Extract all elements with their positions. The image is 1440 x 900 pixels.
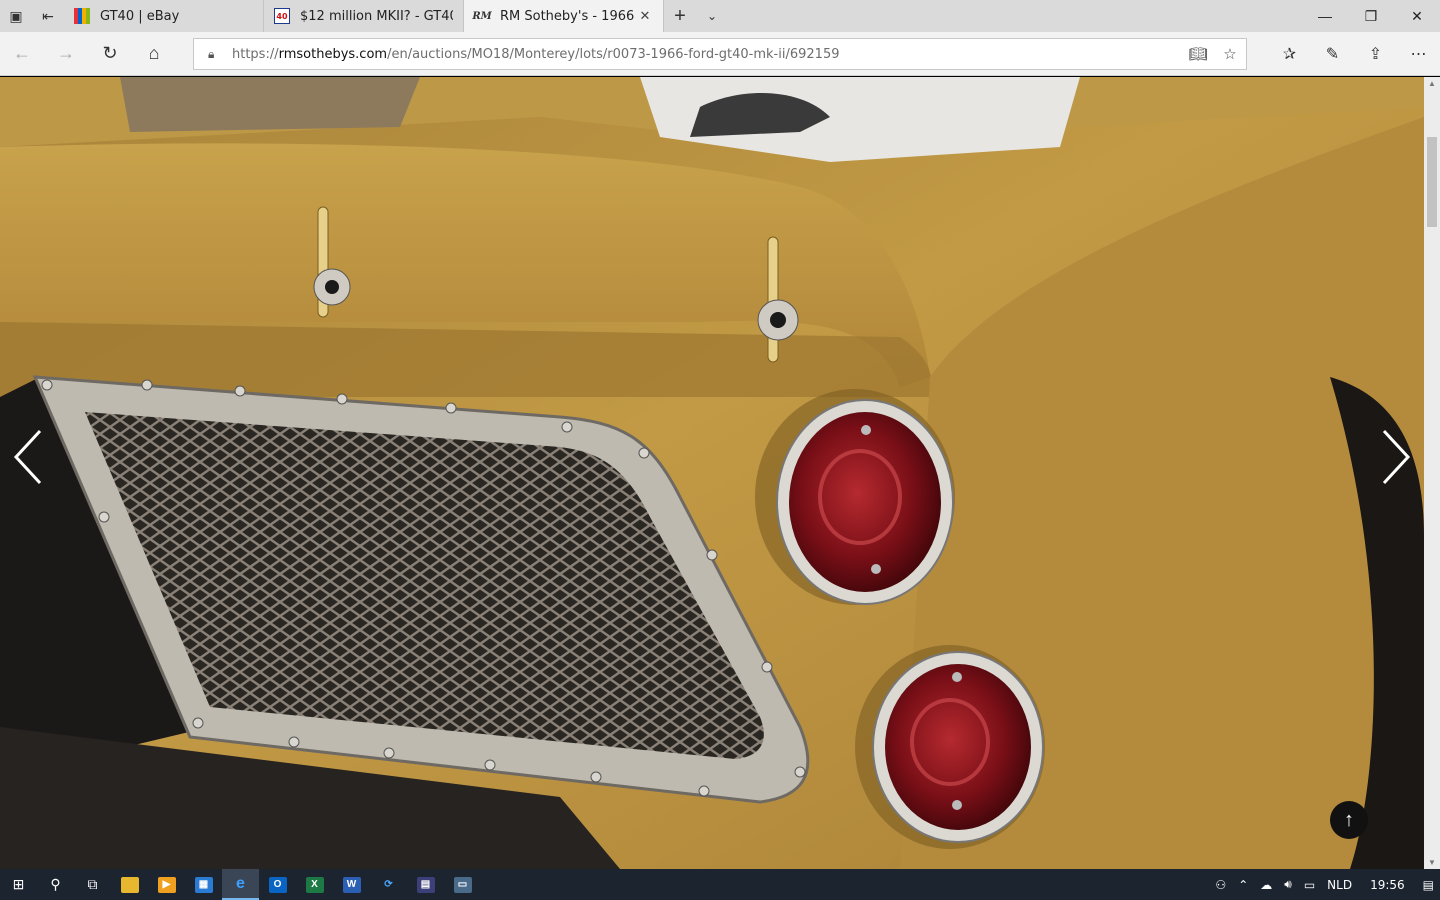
minimize-icon[interactable]: —: [1302, 0, 1348, 32]
gallery-next-arrow-icon[interactable]: [1376, 427, 1416, 487]
language-indicator[interactable]: NLD: [1321, 878, 1358, 892]
gallery-prev-arrow-icon[interactable]: [8, 427, 48, 487]
gt40s-favicon-icon: 40: [274, 8, 290, 24]
set-aside-tabs-icon[interactable]: ⇤: [32, 0, 64, 32]
refresh-icon[interactable]: ↻: [88, 32, 132, 76]
page-scrollbar[interactable]: ▲ ▼: [1424, 77, 1440, 869]
close-window-icon[interactable]: ✕: [1394, 0, 1440, 32]
rm-sothebys-favicon-icon: RM: [472, 10, 492, 22]
tab-bar: ▣ ⇤ GT40 | eBay 40 $12 million MKII? - G…: [0, 0, 1440, 32]
tail-light-upper: [755, 389, 955, 605]
tab-ebay[interactable]: GT40 | eBay: [64, 0, 264, 32]
share-icon[interactable]: ⇪: [1354, 32, 1397, 76]
navigation-bar: ← → ↻ ⌂ 🔒︎ https://rmsothebys.com/en/auc…: [0, 32, 1440, 76]
close-tab-icon[interactable]: ✕: [637, 9, 653, 24]
volume-icon[interactable]: 🔊︎: [1278, 877, 1298, 892]
scroll-down-icon[interactable]: ▼: [1424, 858, 1440, 867]
url-host: rmsothebys.com: [278, 46, 388, 62]
favorite-star-icon[interactable]: ☆: [1214, 45, 1246, 63]
tail-light-lower: [855, 645, 1045, 849]
url-path: /en/auctions/MO18/Monterey/lots/r0073-19…: [387, 46, 840, 62]
tab-actions-icon[interactable]: ▣: [0, 0, 32, 32]
arrow-up-icon: ↑: [1344, 808, 1354, 831]
forward-arrow-icon[interactable]: →: [44, 32, 88, 76]
network-icon[interactable]: ▭: [1298, 878, 1321, 892]
tab-title: $12 million MKII? - GT40s.c: [300, 8, 453, 24]
url-scheme: https://: [232, 46, 279, 62]
car-rear-photo: [0, 77, 1424, 869]
word-icon[interactable]: W: [333, 869, 370, 900]
media-player-icon[interactable]: ▶: [148, 869, 185, 900]
gallery-photo: ↑: [0, 77, 1424, 869]
system-tray: ⚇ ⌃ ☁ 🔊︎ ▭ NLD 19:56 ▤: [1209, 869, 1440, 900]
pen-notes-icon[interactable]: ✎: [1311, 32, 1354, 76]
favorites-hub-icon[interactable]: ✰: [1268, 32, 1311, 76]
edge-browser-icon[interactable]: e: [222, 869, 259, 900]
home-icon[interactable]: ⌂: [132, 32, 176, 76]
clock[interactable]: 19:56: [1358, 878, 1417, 892]
chevron-down-icon[interactable]: ⌄: [696, 0, 728, 32]
chevron-up-icon[interactable]: ⌃: [1232, 878, 1254, 892]
window-controls: — ❐ ✕: [1302, 0, 1440, 32]
back-arrow-icon[interactable]: ←: [0, 32, 44, 76]
outlook-icon[interactable]: O: [259, 869, 296, 900]
file-explorer-icon[interactable]: [111, 869, 148, 900]
tab-title: RM Sotheby's - 1966 Fo: [500, 8, 637, 24]
reading-view-icon[interactable]: 📖︎: [1182, 45, 1214, 63]
scrollbar-thumb[interactable]: [1427, 137, 1437, 227]
onedrive-icon[interactable]: ☁: [1254, 878, 1278, 892]
lock-icon: 🔒︎: [208, 46, 215, 61]
sync-icon[interactable]: ⟳: [370, 869, 407, 900]
notifications-icon[interactable]: ▤: [1417, 878, 1440, 892]
new-tab-icon[interactable]: +: [664, 0, 696, 32]
address-bar[interactable]: 🔒︎ https://rmsothebys.com/en/auctions/MO…: [193, 38, 1247, 70]
task-view-icon[interactable]: ⧉: [74, 869, 111, 900]
windows-start-icon[interactable]: ⊞: [0, 869, 37, 900]
back-to-top-button[interactable]: ↑: [1330, 801, 1368, 839]
excel-icon[interactable]: X: [296, 869, 333, 900]
restore-icon[interactable]: ❐: [1348, 0, 1394, 32]
tab-rm-sothebys[interactable]: RM RM Sotheby's - 1966 Fo ✕: [464, 0, 664, 32]
windows-taskbar: ⊞ ⚲ ⧉ ▶ ▦ e O X W ⟳ ▤ ▭ ⚇ ⌃ ☁ 🔊︎ ▭ NLD 1…: [0, 869, 1440, 900]
remote-desktop-icon[interactable]: ▭: [444, 869, 481, 900]
search-icon[interactable]: ⚲: [37, 869, 74, 900]
more-menu-icon[interactable]: ⋯: [1397, 32, 1440, 76]
tab-gt40s[interactable]: 40 $12 million MKII? - GT40s.c: [264, 0, 464, 32]
tab-title: GT40 | eBay: [100, 8, 180, 24]
calculator-app-icon[interactable]: ▦: [185, 869, 222, 900]
app-icon[interactable]: ▤: [407, 869, 444, 900]
scroll-up-icon[interactable]: ▲: [1424, 79, 1440, 88]
people-icon[interactable]: ⚇: [1209, 878, 1232, 892]
ebay-favicon-icon: [74, 8, 90, 24]
